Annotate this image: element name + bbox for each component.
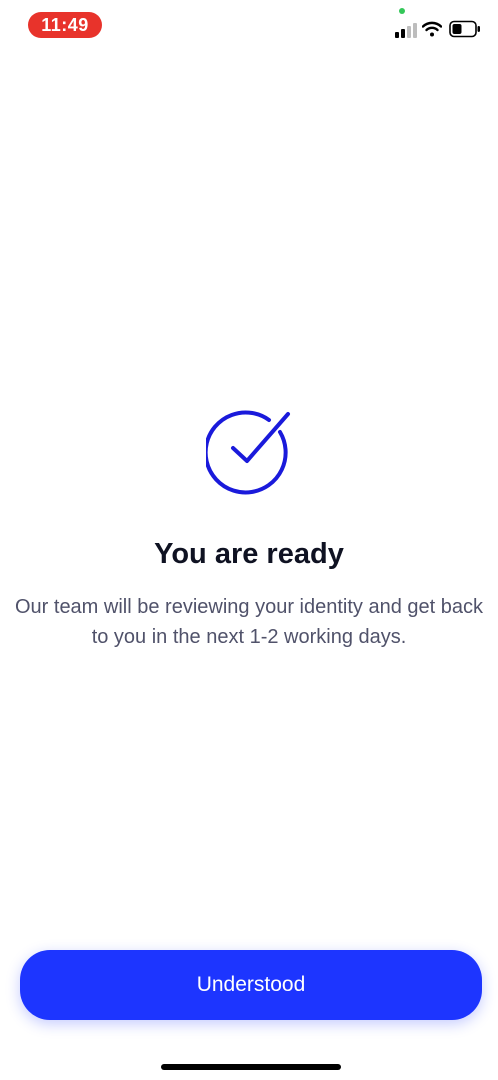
status-time[interactable]: 11:49 (28, 12, 102, 38)
status-bar: 11:49 (0, 0, 498, 50)
page-title: You are ready (154, 538, 344, 570)
status-message: Our team will be reviewing your identity… (14, 596, 483, 648)
privacy-indicator-dot (399, 8, 405, 14)
understood-button[interactable]: Understood (20, 950, 482, 1020)
battery-icon (449, 20, 480, 38)
cellular-signal-icon (395, 23, 417, 38)
check-circle-icon (206, 410, 290, 495)
wifi-icon (422, 21, 442, 37)
home-indicator[interactable] (161, 1064, 341, 1070)
verification-complete-screen: 11:49 You are ready Our team will be rev… (0, 0, 498, 1080)
